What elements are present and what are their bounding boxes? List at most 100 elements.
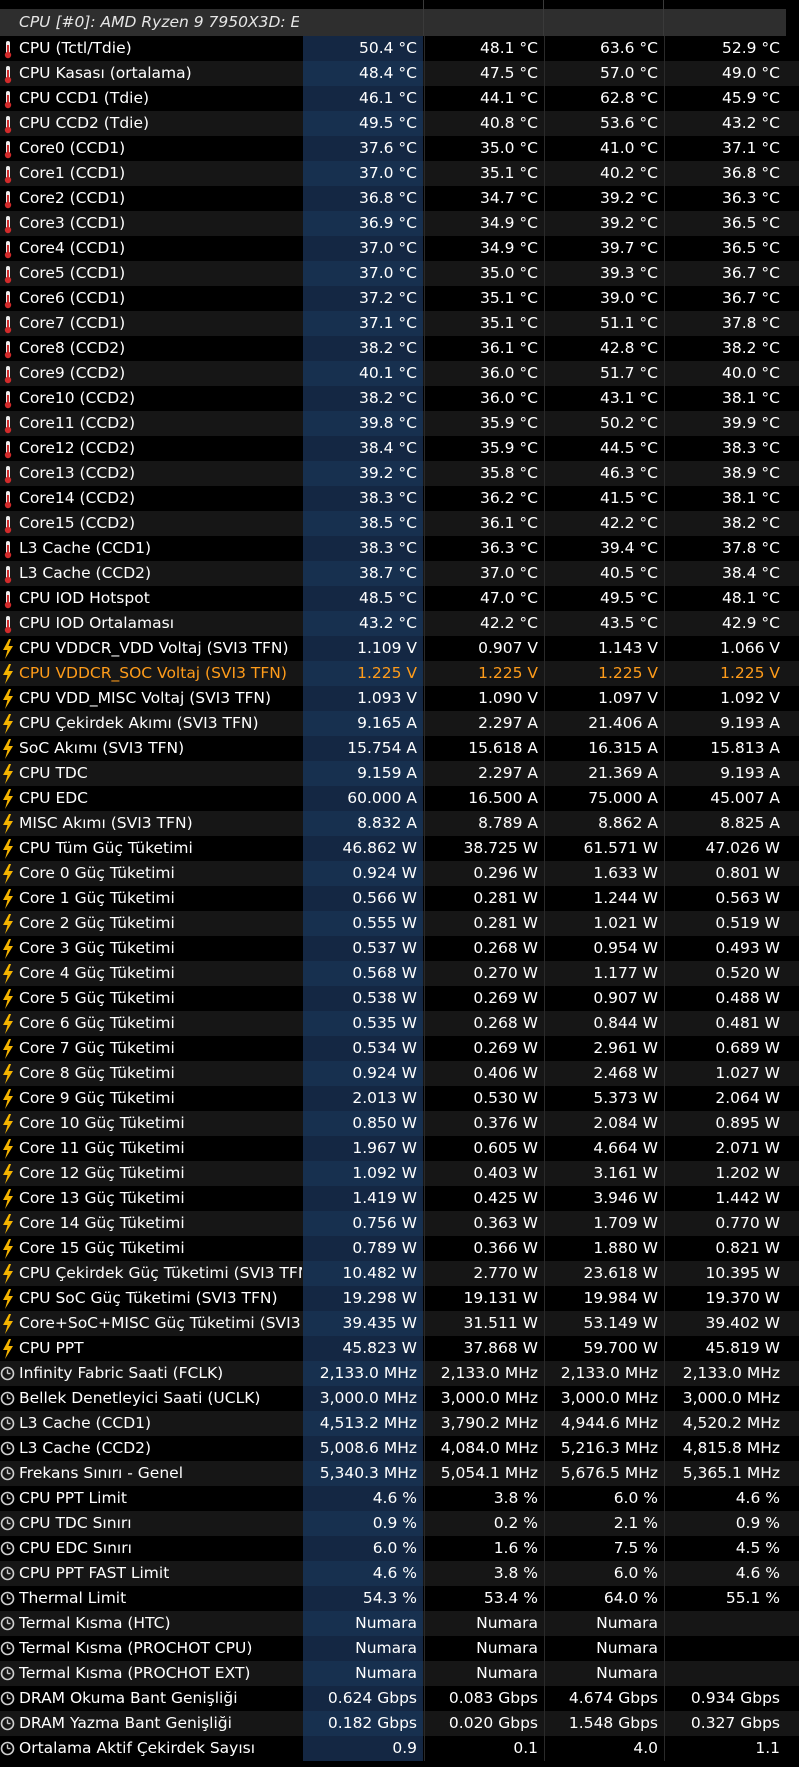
sensor-row[interactable]: Core15 (CCD2) 38.5 °C 36.1 °C 42.2 °C 38.2 °… bbox=[0, 511, 799, 536]
lightning-icon bbox=[0, 761, 16, 786]
sensor-row[interactable]: Core2 (CCD1) 36.8 °C 34.7 °C 39.2 °C 36.3 °C bbox=[0, 186, 799, 211]
sensor-row[interactable]: Core8 (CCD2) 38.2 °C 36.1 °C 42.8 °C 38.2 °C bbox=[0, 336, 799, 361]
sensor-row[interactable]: Core 0 Güç Tüketimi 0.924 W 0.296 W 1.633 W… bbox=[0, 861, 799, 886]
sensor-row[interactable]: CPU PPT 45.823 W 37.868 W 59.700 W 45.819 W bbox=[0, 1336, 799, 1361]
sensor-row[interactable]: Termal Kısma (PROCHOT EXT) Numara Numara Nu… bbox=[0, 1661, 799, 1686]
average-value: 38.1 °C bbox=[664, 486, 786, 511]
sensor-row[interactable]: CPU CCD2 (Tdie) 49.5 °C 40.8 °C 53.6 °C 43.2… bbox=[0, 111, 799, 136]
max-value: 41.0 °C bbox=[544, 136, 664, 161]
sensor-row[interactable]: DRAM Yazma Bant Genişliği 0.182 Gbps 0.020… bbox=[0, 1711, 799, 1736]
sensor-row[interactable]: Core14 (CCD2) 38.3 °C 36.2 °C 41.5 °C 38.1 °… bbox=[0, 486, 799, 511]
sensor-row[interactable]: Core 9 Güç Tüketimi 2.013 W 0.530 W 5.373 W… bbox=[0, 1086, 799, 1111]
sensor-row[interactable]: CPU PPT FAST Limit 4.6 % 3.8 % 6.0 % 4.6 % bbox=[0, 1561, 799, 1586]
sensor-row[interactable]: Core5 (CCD1) 37.0 °C 35.0 °C 39.3 °C 36.7 °C bbox=[0, 261, 799, 286]
sensor-row[interactable]: Core11 (CCD2) 39.8 °C 35.9 °C 50.2 °C 39.9 °… bbox=[0, 411, 799, 436]
sensor-row[interactable]: CPU TDC Sınırı 0.9 % 0.2 % 2.1 % 0.9 % bbox=[0, 1511, 799, 1536]
sensor-row[interactable]: Core4 (CCD1) 37.0 °C 34.9 °C 39.7 °C 36.5 °C bbox=[0, 236, 799, 261]
sensor-row[interactable]: Frekans Sınırı - Genel 5,340.3 MHz 5,054.1… bbox=[0, 1461, 799, 1486]
sensor-row[interactable]: CPU IOD Ortalaması 43.2 °C 42.2 °C 43.5 °C 4… bbox=[0, 611, 799, 636]
lightning-icon bbox=[0, 961, 16, 986]
sensor-row[interactable]: L3 Cache (CCD2) 5,008.6 MHz 4,084.0 MHz 5,2… bbox=[0, 1436, 799, 1461]
min-value: 37.0 °C bbox=[424, 561, 544, 586]
sensor-row[interactable]: CPU IOD Hotspot 48.5 °C 47.0 °C 49.5 °C 48.1… bbox=[0, 586, 799, 611]
sensor-row[interactable]: CPU (Tctl/Tdie) 50.4 °C 48.1 °C 63.6 °C 52.9… bbox=[0, 36, 799, 61]
sensor-row[interactable]: Core3 (CCD1) 36.9 °C 34.9 °C 39.2 °C 36.5 °C bbox=[0, 211, 799, 236]
sensor-row[interactable]: Core 11 Güç Tüketimi 1.967 W 0.605 W 4.664 … bbox=[0, 1136, 799, 1161]
max-value: 42.2 °C bbox=[544, 511, 664, 536]
sensor-row[interactable]: Termal Kısma (HTC) Numara Numara Numara bbox=[0, 1611, 799, 1636]
sensor-row[interactable]: Core6 (CCD1) 37.2 °C 35.1 °C 39.0 °C 36.7 °C bbox=[0, 286, 799, 311]
sensor-row[interactable]: Core 7 Güç Tüketimi 0.534 W 0.269 W 2.961 W… bbox=[0, 1036, 799, 1061]
max-value: 53.6 °C bbox=[544, 111, 664, 136]
sensor-row[interactable]: Core1 (CCD1) 37.0 °C 35.1 °C 40.2 °C 36.8 °C bbox=[0, 161, 799, 186]
sensor-row[interactable]: SoC Akımı (SVI3 TFN) 15.754 A 15.618 A 16.3… bbox=[0, 736, 799, 761]
min-value: 15.618 A bbox=[424, 736, 544, 761]
min-value: 35.0 °C bbox=[424, 136, 544, 161]
sensor-row[interactable]: CPU PPT Limit 4.6 % 3.8 % 6.0 % 4.6 % bbox=[0, 1486, 799, 1511]
sensor-row[interactable]: Core9 (CCD2) 40.1 °C 36.0 °C 51.7 °C 40.0 °C bbox=[0, 361, 799, 386]
sensor-row[interactable]: Bellek Denetleyici Saati (UCLK) 3,000.0 M… bbox=[0, 1386, 799, 1411]
sensor-label: Thermal Limit bbox=[19, 1589, 127, 1607]
average-value: 4.5 % bbox=[664, 1536, 786, 1561]
sensor-row[interactable]: MISC Akımı (SVI3 TFN) 8.832 A 8.789 A 8.862… bbox=[0, 811, 799, 836]
sensor-row[interactable]: L3 Cache (CCD2) 38.7 °C 37.0 °C 40.5 °C 38.4… bbox=[0, 561, 799, 586]
sensor-row[interactable]: L3 Cache (CCD1) 38.3 °C 36.3 °C 39.4 °C 37.8… bbox=[0, 536, 799, 561]
max-value: 59.700 W bbox=[544, 1336, 664, 1361]
thermometer-icon bbox=[0, 211, 16, 236]
sensor-label: CPU EDC bbox=[19, 789, 88, 807]
sensor-row[interactable]: Thermal Limit 54.3 % 53.4 % 64.0 % 55.1 % bbox=[0, 1586, 799, 1611]
group-header[interactable]: CPU [#0]: AMD Ryzen 9 7950X3D: E... bbox=[0, 0, 799, 36]
lightning-icon bbox=[0, 911, 16, 936]
sensor-row[interactable]: CPU Kasası (ortalama) 48.4 °C 47.5 °C 57.0 … bbox=[0, 61, 799, 86]
sensor-row[interactable]: Core 6 Güç Tüketimi 0.535 W 0.268 W 0.844 W… bbox=[0, 1011, 799, 1036]
sensor-row[interactable]: CPU SoC Güç Tüketimi (SVI3 TFN) 19.298 W1… bbox=[0, 1286, 799, 1311]
sensor-row[interactable]: CPU VDDCR_SOC Voltaj (SVI3 TFN) 1.225 V 1.… bbox=[0, 661, 799, 686]
sensor-row[interactable]: Termal Kısma (PROCHOT CPU) Numara Numara Nu… bbox=[0, 1636, 799, 1661]
sensor-label: Core13 (CCD2) bbox=[19, 464, 136, 482]
max-value: 21.369 A bbox=[544, 761, 664, 786]
sensor-row[interactable]: Core 15 Güç Tüketimi 0.789 W 0.366 W 1.880 … bbox=[0, 1236, 799, 1261]
sensor-row[interactable]: CPU EDC Sınırı 6.0 % 1.6 % 7.5 % 4.5 % bbox=[0, 1536, 799, 1561]
sensor-row[interactable]: Core 14 Güç Tüketimi 0.756 W 0.363 W 1.709 … bbox=[0, 1211, 799, 1236]
sensor-row[interactable]: CPU VDDCR_VDD Voltaj (SVI3 TFN) 1.109 V 0.… bbox=[0, 636, 799, 661]
sensor-label: Core4 (CCD1) bbox=[19, 239, 126, 257]
max-value: 0.954 W bbox=[544, 936, 664, 961]
sensor-row[interactable]: Core10 (CCD2) 38.2 °C 36.0 °C 43.1 °C 38.1 °… bbox=[0, 386, 799, 411]
average-value: 2,133.0 MHz bbox=[664, 1361, 786, 1386]
sensor-row[interactable]: Core 1 Güç Tüketimi 0.566 W 0.281 W 1.244 W… bbox=[0, 886, 799, 911]
sensor-row[interactable]: Core 3 Güç Tüketimi 0.537 W 0.268 W 0.954 W… bbox=[0, 936, 799, 961]
sensor-row[interactable]: Core12 (CCD2) 38.4 °C 35.9 °C 44.5 °C 38.3 °… bbox=[0, 436, 799, 461]
sensor-row[interactable]: CPU CCD1 (Tdie) 46.1 °C 44.1 °C 62.8 °C 45.9… bbox=[0, 86, 799, 111]
sensor-row[interactable]: DRAM Okuma Bant Genişliği 0.624 Gbps 0.083… bbox=[0, 1686, 799, 1711]
sensor-row[interactable]: CPU VDD_MISC Voltaj (SVI3 TFN) 1.093 V 1.0… bbox=[0, 686, 799, 711]
sensor-row[interactable]: Infinity Fabric Saati (FCLK) 2,133.0 MHz 2… bbox=[0, 1361, 799, 1386]
sensor-row[interactable]: CPU Çekirdek Güç Tüketimi (SVI3 TFN) 10.4… bbox=[0, 1261, 799, 1286]
sensor-row[interactable]: Core+SoC+MISC Güç Tüketimi (SVI3... 39.43… bbox=[0, 1311, 799, 1336]
lightning-icon bbox=[0, 836, 16, 861]
sensor-row[interactable]: CPU TDC 9.159 A 2.297 A 21.369 A 9.193 A bbox=[0, 761, 799, 786]
sensor-row[interactable]: Core7 (CCD1) 37.1 °C 35.1 °C 51.1 °C 37.8 °C bbox=[0, 311, 799, 336]
sensor-label: CPU PPT FAST Limit bbox=[19, 1564, 170, 1582]
sensor-row[interactable]: Core 2 Güç Tüketimi 0.555 W 0.281 W 1.021 W… bbox=[0, 911, 799, 936]
sensor-row[interactable]: CPU Tüm Güç Tüketimi 46.862 W 38.725 W 61.5… bbox=[0, 836, 799, 861]
sensor-row[interactable]: L3 Cache (CCD1) 4,513.2 MHz 3,790.2 MHz 4,9… bbox=[0, 1411, 799, 1436]
sensor-row[interactable]: Core13 (CCD2) 39.2 °C 35.8 °C 46.3 °C 38.9 °… bbox=[0, 461, 799, 486]
max-value: 3.946 W bbox=[544, 1186, 664, 1211]
min-value: 34.7 °C bbox=[424, 186, 544, 211]
sensor-row[interactable]: Core 5 Güç Tüketimi 0.538 W 0.269 W 0.907 W… bbox=[0, 986, 799, 1011]
sensor-row[interactable]: Core 4 Güç Tüketimi 0.568 W 0.270 W 1.177 W… bbox=[0, 961, 799, 986]
sensor-row[interactable]: Core 12 Güç Tüketimi 1.092 W 0.403 W 3.161 … bbox=[0, 1161, 799, 1186]
sensor-row[interactable]: CPU Çekirdek Akımı (SVI3 TFN) 9.165 A 2.29… bbox=[0, 711, 799, 736]
min-value: 2.297 A bbox=[424, 711, 544, 736]
current-value: 9.159 A bbox=[303, 761, 423, 786]
current-value: 8.832 A bbox=[303, 811, 423, 836]
sensor-row[interactable]: Core 8 Güç Tüketimi 0.924 W 0.406 W 2.468 W… bbox=[0, 1061, 799, 1086]
current-value: 39.435 W bbox=[303, 1311, 423, 1336]
sensor-row[interactable]: Core 10 Güç Tüketimi 0.850 W 0.376 W 2.084 … bbox=[0, 1111, 799, 1136]
sensor-row[interactable]: Core 13 Güç Tüketimi 1.419 W 0.425 W 3.946 … bbox=[0, 1186, 799, 1211]
current-value: 0.756 W bbox=[303, 1211, 423, 1236]
sensor-row[interactable]: Ortalama Aktif Çekirdek Sayısı 0.9 0.1 4.0 1… bbox=[0, 1736, 799, 1761]
sensor-row[interactable]: CPU EDC 60.000 A 16.500 A 75.000 A 45.007 A bbox=[0, 786, 799, 811]
sensor-row[interactable]: Core0 (CCD1) 37.6 °C 35.0 °C 41.0 °C 37.1 °C bbox=[0, 136, 799, 161]
max-value: 43.1 °C bbox=[544, 386, 664, 411]
